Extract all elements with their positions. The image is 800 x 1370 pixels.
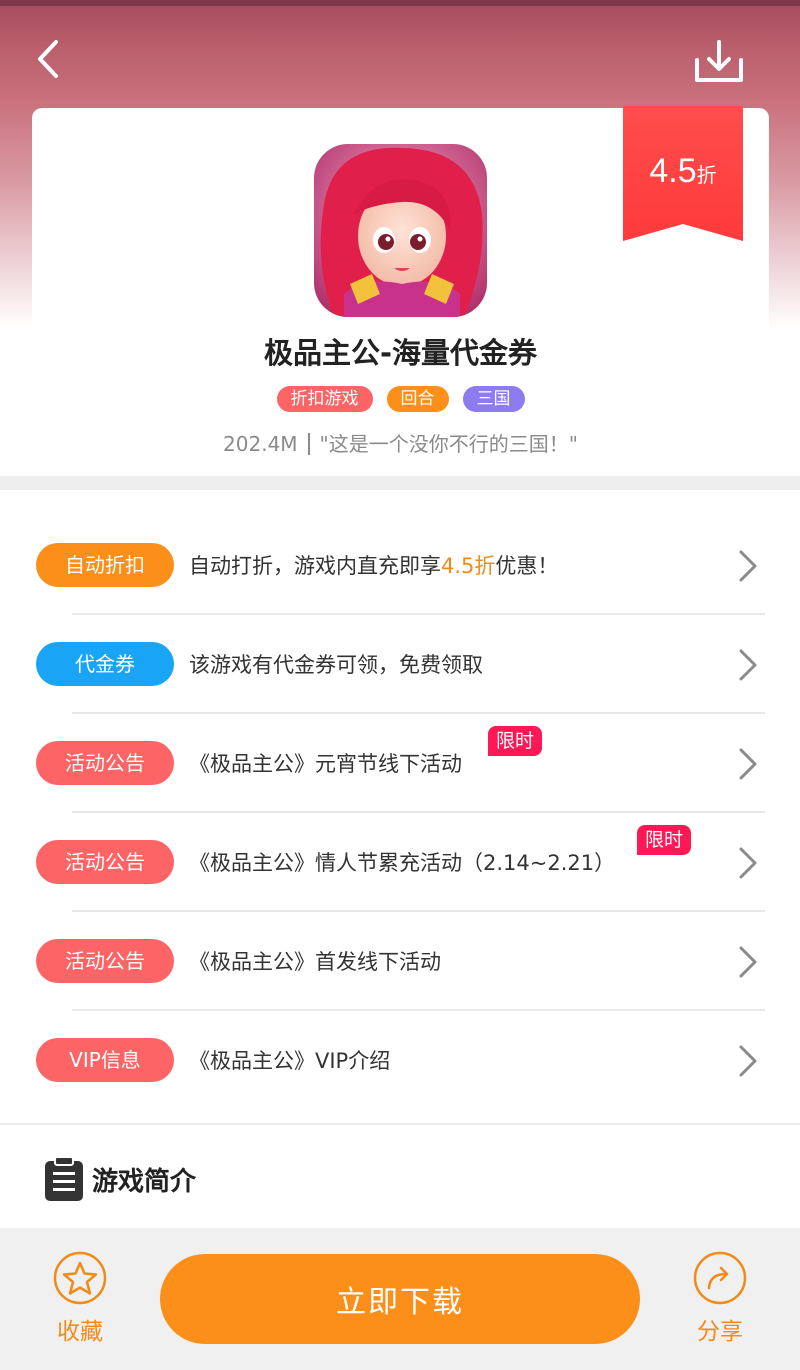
tag-turn-based[interactable]: 回合 bbox=[386, 386, 449, 412]
pill-auto-discount: 自动折扣 bbox=[36, 543, 174, 587]
share-label: 分享 bbox=[697, 1319, 743, 1345]
vip-text: 《极品主公》VIP介绍 bbox=[189, 1049, 391, 1073]
star-icon bbox=[53, 1251, 107, 1305]
chevron-left-icon bbox=[38, 40, 58, 78]
list-item-launch-event[interactable]: 活动公告 《极品主公》首发线下活动 bbox=[0, 912, 800, 1011]
valentine-event-text: 《极品主公》情人节累充活动（2.14~2.21） bbox=[189, 851, 616, 875]
game-info-card: 4.5折 极品主公-海量代金券 折扣游戏 回合 三国 202.4M "这是一个没… bbox=[32, 106, 769, 468]
text-before: 自动打折，游戏内直充即享 bbox=[189, 554, 441, 578]
game-slogan: "这是一个没你不行的三国！" bbox=[319, 432, 578, 456]
favorite-button[interactable]: 收藏 bbox=[35, 1250, 125, 1346]
pill-vip: VIP信息 bbox=[36, 1038, 174, 1082]
discount-ribbon: 4.5折 bbox=[623, 106, 743, 241]
pill-event: 活动公告 bbox=[36, 840, 174, 884]
pill-voucher: 代金券 bbox=[36, 642, 174, 686]
chevron-right-icon bbox=[739, 1045, 757, 1077]
header-download-button[interactable] bbox=[692, 38, 746, 88]
list-item-valentine-event[interactable]: 活动公告 《极品主公》情人节累充活动（2.14~2.21） 限时 bbox=[0, 813, 800, 912]
game-size: 202.4M bbox=[223, 432, 298, 456]
chevron-right-icon bbox=[739, 748, 757, 780]
chevron-right-icon bbox=[739, 649, 757, 681]
clipboard-icon bbox=[45, 1156, 83, 1201]
tag-three-kingdoms[interactable]: 三国 bbox=[462, 386, 525, 412]
text-after: 优惠！ bbox=[495, 554, 559, 578]
auto-discount-text: 自动打折，游戏内直充即享4.5折优惠！ bbox=[189, 550, 558, 580]
lantern-event-text: 《极品主公》元宵节线下活动 bbox=[189, 752, 462, 776]
download-now-button[interactable]: 立即下载 bbox=[160, 1254, 640, 1344]
pill-event: 活动公告 bbox=[36, 741, 174, 785]
limited-time-badge: 限时 bbox=[637, 825, 692, 855]
discount-value: 4.5 bbox=[649, 152, 697, 190]
download-icon bbox=[695, 40, 743, 82]
game-title: 极品主公-海量代金券 bbox=[263, 336, 538, 370]
favorite-label: 收藏 bbox=[57, 1319, 103, 1345]
discount-unit: 折 bbox=[696, 165, 717, 187]
chevron-right-icon bbox=[739, 946, 757, 978]
game-meta: 202.4M "这是一个没你不行的三国！" bbox=[32, 428, 769, 457]
intro-divider bbox=[0, 1123, 800, 1125]
launch-event-text: 《极品主公》首发线下活动 bbox=[189, 950, 441, 974]
list-item-auto-discount[interactable]: 自动折扣 自动打折，游戏内直充即享4.5折优惠！ bbox=[0, 516, 800, 615]
chevron-right-icon bbox=[739, 847, 757, 879]
section-divider bbox=[0, 476, 800, 490]
benefit-list: 自动折扣 自动打折，游戏内直充即享4.5折优惠！ 代金券 该游戏有代金券可领，免… bbox=[0, 516, 800, 1110]
tag-list: 折扣游戏 回合 三国 bbox=[32, 386, 769, 412]
download-now-label: 立即下载 bbox=[336, 1285, 464, 1320]
share-icon bbox=[693, 1251, 747, 1305]
list-item-lantern-event[interactable]: 活动公告 《极品主公》元宵节线下活动 限时 bbox=[0, 714, 800, 813]
intro-title: 游戏简介 bbox=[92, 1166, 197, 1197]
intro-heading: 游戏简介 bbox=[44, 1156, 196, 1202]
meta-separator bbox=[307, 433, 310, 455]
list-item-vip[interactable]: VIP信息 《极品主公》VIP介绍 bbox=[0, 1011, 800, 1110]
voucher-text: 该游戏有代金券可领，免费领取 bbox=[189, 653, 483, 677]
text-highlight: 4.5折 bbox=[441, 554, 496, 578]
tag-discount[interactable]: 折扣游戏 bbox=[276, 386, 373, 412]
game-avatar-art bbox=[314, 144, 487, 317]
back-button[interactable] bbox=[30, 36, 70, 82]
game-icon bbox=[314, 144, 487, 317]
share-button[interactable]: 分享 bbox=[675, 1250, 765, 1346]
pill-event: 活动公告 bbox=[36, 939, 174, 983]
bottom-action-bar: 收藏 立即下载 分享 bbox=[0, 1228, 800, 1370]
chevron-right-icon bbox=[739, 550, 757, 582]
list-item-voucher[interactable]: 代金券 该游戏有代金券可领，免费领取 bbox=[0, 615, 800, 714]
limited-time-badge: 限时 bbox=[488, 726, 543, 756]
